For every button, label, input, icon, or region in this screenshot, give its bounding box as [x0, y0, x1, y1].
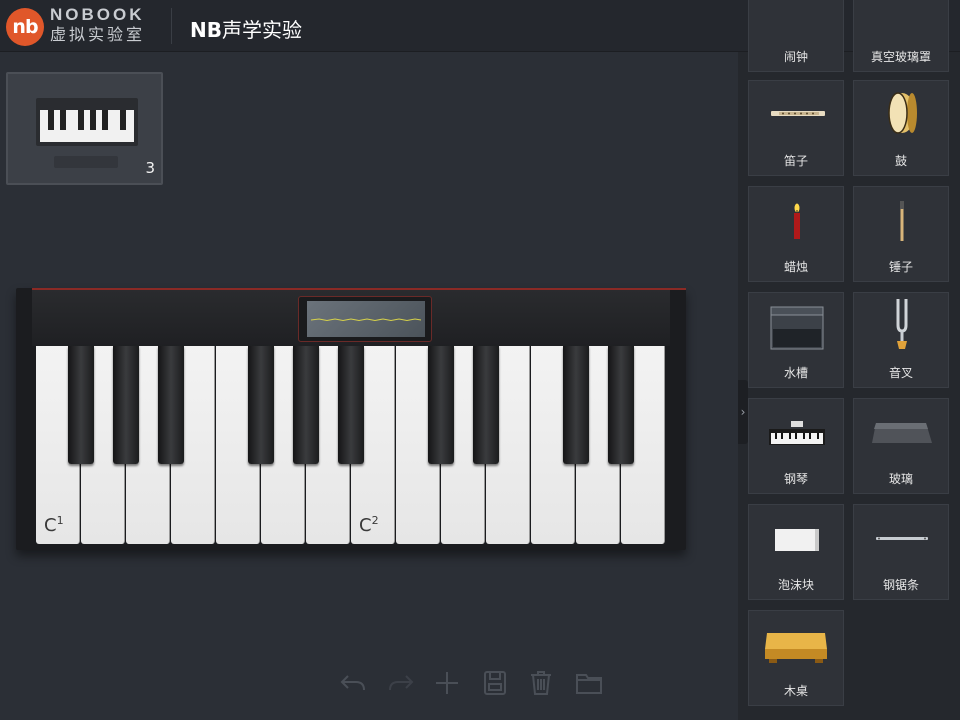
oscilloscope-screen: [307, 301, 425, 337]
black-key[interactable]: [608, 346, 634, 464]
add-icon[interactable]: [432, 668, 462, 698]
title-prefix: NB: [190, 18, 222, 42]
piano-keyboard: C1 C2: [36, 346, 666, 544]
equipment-tile[interactable]: 泡沫块: [748, 504, 844, 600]
equipment-label: 木桌: [783, 684, 808, 698]
thumbnail-controls: [54, 156, 118, 168]
page-title: NB声学实验: [190, 14, 302, 43]
black-key[interactable]: [248, 346, 274, 464]
equipment-tile[interactable]: 鼓: [853, 80, 949, 176]
flute-icon: [771, 111, 825, 116]
equipment-label: 音叉: [888, 366, 913, 380]
black-key[interactable]: [473, 346, 499, 464]
equipment-label: 闹钟: [783, 50, 808, 64]
equipment-label: 钢琴: [783, 472, 808, 486]
chevron-right-icon: ›: [740, 405, 746, 419]
glass-icon: [872, 423, 932, 443]
equipment-label: 水槽: [783, 366, 808, 380]
equipment-label: 泡沫块: [777, 578, 814, 592]
piano-icon: [769, 421, 825, 445]
delete-icon[interactable]: [526, 668, 556, 698]
folder-icon[interactable]: [574, 668, 604, 698]
mallet-icon: [900, 201, 904, 241]
piano-instrument[interactable]: C1 C2: [16, 288, 686, 552]
thumbnail-count: 3: [145, 159, 155, 177]
title-rest: 声学实验: [221, 18, 302, 42]
black-key[interactable]: [428, 346, 454, 464]
brand-cn: 虚拟实验室: [50, 25, 146, 44]
black-key[interactable]: [563, 346, 589, 464]
foam-block-icon: [775, 529, 819, 551]
equipment-tile[interactable]: 木桌: [748, 610, 844, 706]
black-key[interactable]: [293, 346, 319, 464]
equipment-label: 鼓: [894, 154, 907, 168]
undo-icon[interactable]: [338, 668, 368, 698]
black-key[interactable]: [338, 346, 364, 464]
wooden-table-icon: [765, 633, 827, 663]
key-label-c2: C2: [359, 514, 379, 536]
equipment-tile[interactable]: 笛子: [748, 80, 844, 176]
drum-icon: [888, 92, 917, 134]
save-icon[interactable]: [480, 668, 510, 698]
key-label-c1: C1: [44, 514, 64, 536]
equipment-tile[interactable]: 真空玻璃罩: [853, 0, 949, 72]
tuning-fork-icon: [896, 299, 908, 349]
nobook-logo: nb: [6, 8, 44, 46]
water-tank-icon: [770, 306, 824, 350]
header-divider: [171, 8, 172, 44]
equipment-label: 钢锯条: [882, 578, 919, 592]
black-key[interactable]: [68, 346, 94, 464]
brand-block: NOBOOK 虚拟实验室: [50, 6, 145, 46]
equipment-tile[interactable]: 钢琴: [748, 398, 844, 494]
equipment-tile[interactable]: 玻璃: [853, 398, 949, 494]
sidebar-collapse-handle[interactable]: ›: [738, 380, 748, 444]
equipment-tile[interactable]: 音叉: [853, 292, 949, 388]
vacuum-bell-jar-icon: [854, 0, 950, 41]
equipment-tile[interactable]: 水槽: [748, 292, 844, 388]
black-key[interactable]: [113, 346, 139, 464]
thumbnail-keys: [40, 110, 134, 142]
scene-thumbnail[interactable]: 3: [6, 72, 163, 185]
equipment-label: 蜡烛: [783, 260, 808, 274]
equipment-label: 玻璃: [888, 472, 913, 486]
candle-icon: [794, 203, 800, 239]
piano-panel: [32, 290, 670, 346]
equipment-label: 真空玻璃罩: [870, 50, 931, 64]
equipment-tile[interactable]: 闹钟: [748, 0, 844, 72]
equipment-tile[interactable]: 蜡烛: [748, 186, 844, 282]
saw-blade-icon: [876, 537, 928, 540]
alarm-clock-icon: [749, 0, 845, 41]
brand-en: NOBOOK: [50, 5, 145, 24]
black-key[interactable]: [158, 346, 184, 464]
redo-icon[interactable]: [386, 668, 416, 698]
logo-mark: nb: [12, 16, 38, 38]
thumbnail-piano-image: [36, 98, 138, 146]
equipment-label: 笛子: [783, 154, 808, 168]
equipment-label: 锤子: [888, 260, 913, 274]
equipment-tile[interactable]: 锤子: [853, 186, 949, 282]
equipment-tile[interactable]: 钢锯条: [853, 504, 949, 600]
oscilloscope-display: [298, 296, 432, 342]
